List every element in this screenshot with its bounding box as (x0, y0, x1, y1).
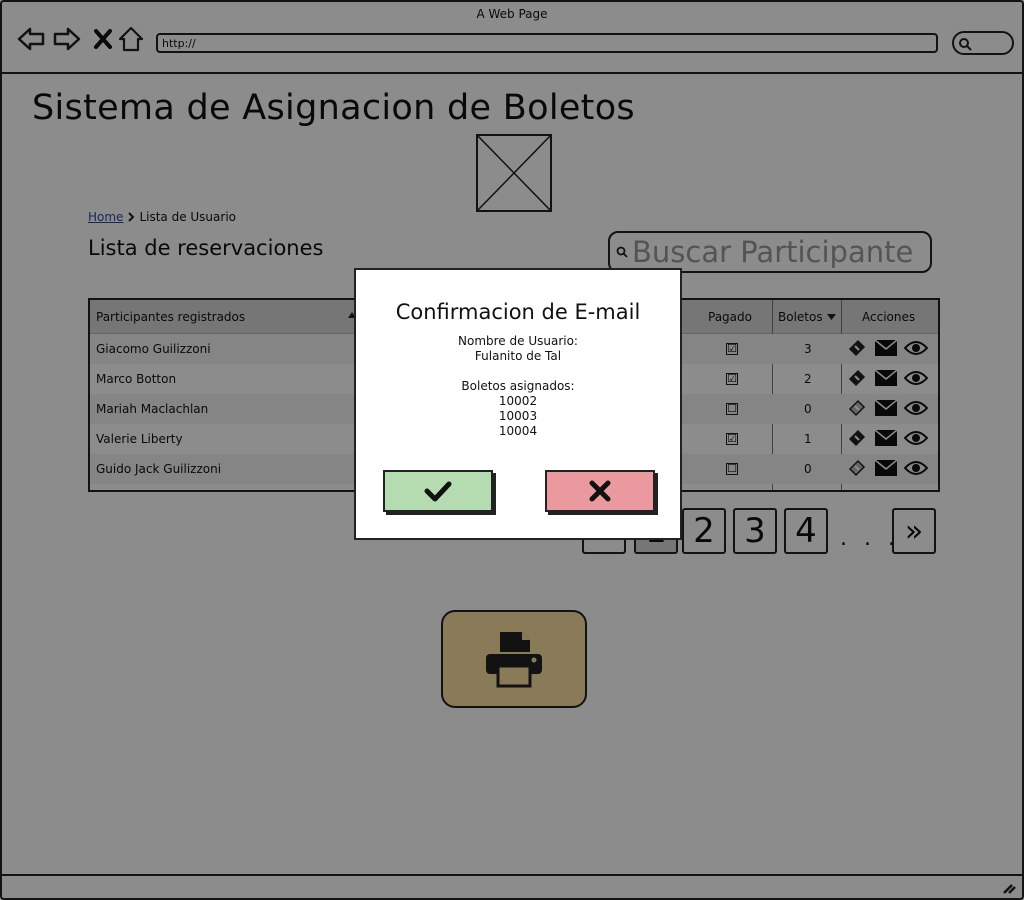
tickets-label: Boletos asignados: (461, 379, 575, 393)
email-confirmation-dialog: Confirmacion de E-mail Nombre de Usuario… (354, 268, 682, 540)
ticket-number: 10004 (498, 424, 538, 438)
close-icon (589, 480, 611, 502)
confirm-button[interactable] (383, 470, 493, 512)
ticket-number: 10002 (498, 394, 538, 408)
ticket-number: 10003 (498, 409, 538, 423)
dialog-title: Confirmacion de E-mail (395, 300, 641, 324)
dialog-body: Nombre de Usuario: Fulanito de Tal Bolet… (356, 334, 680, 439)
user-name-value: Fulanito de Tal (474, 349, 562, 363)
cancel-button[interactable] (545, 470, 655, 512)
checkmark-icon (424, 481, 452, 502)
user-name-label: Nombre de Usuario: (458, 334, 578, 348)
